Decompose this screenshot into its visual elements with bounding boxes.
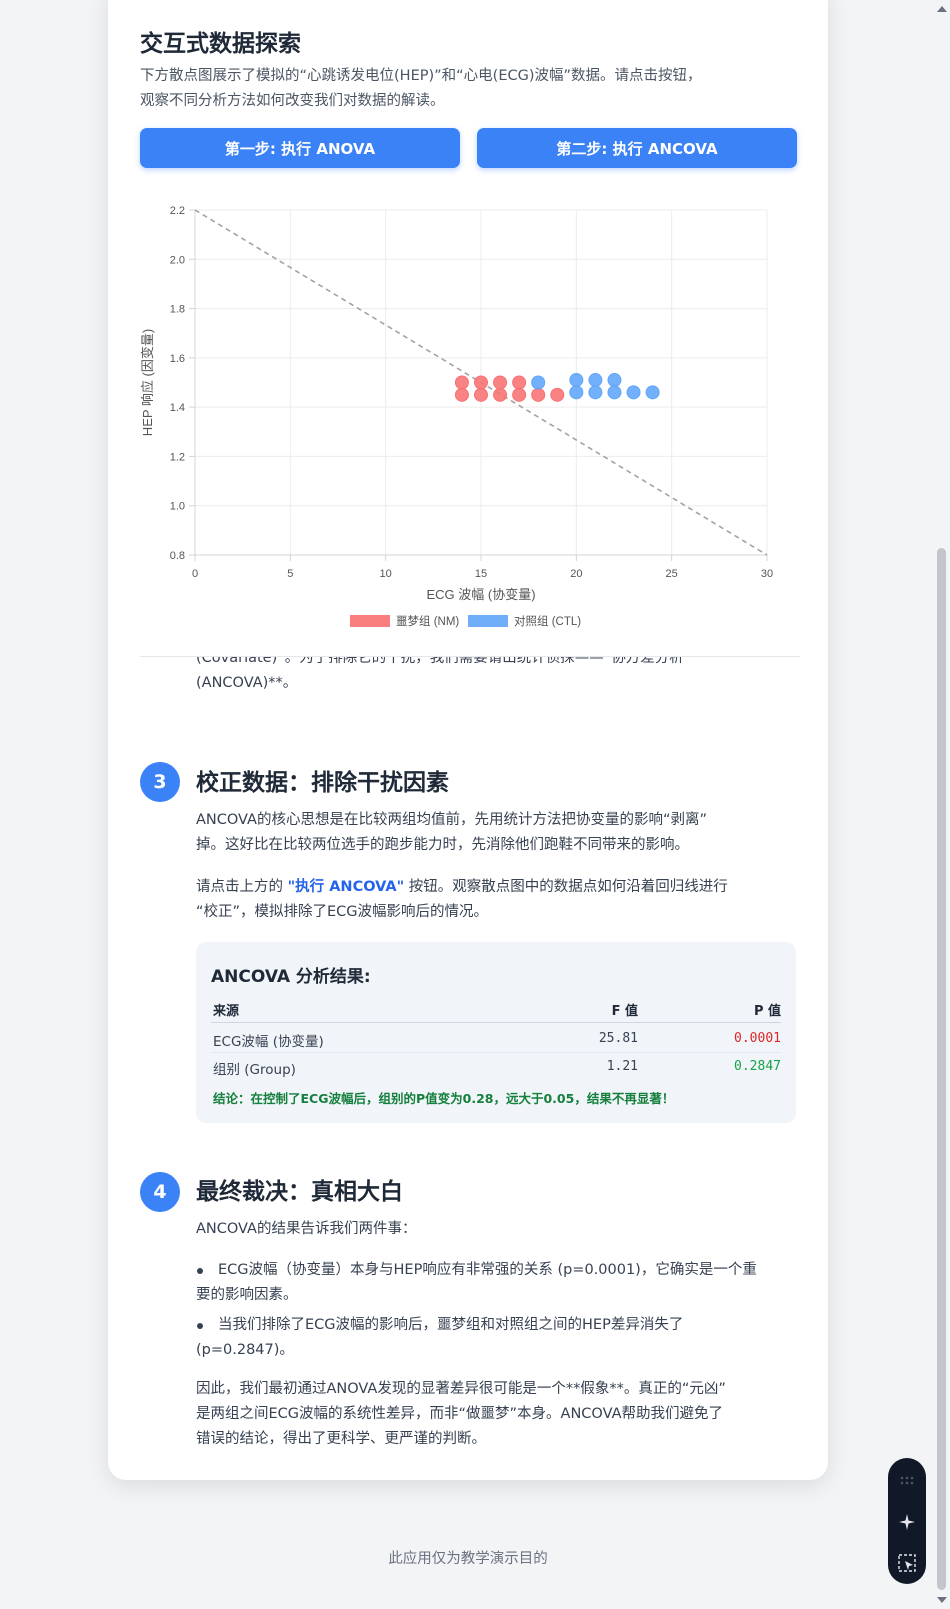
paragraph-line: 错误的结论，得出了更科学、更严谨的判断。: [196, 1431, 486, 1447]
paragraph-line: 是两组之间ECG波幅的系统性差异，而非“做噩梦”本身。ANCOVA帮助我们避免了: [196, 1406, 724, 1422]
table-row-f: 1.21: [606, 1059, 638, 1074]
nm-data-point: [512, 375, 527, 390]
scrollbar-thumb[interactable]: [937, 548, 946, 1590]
step4-final: 因此，我们最初通过ANOVA发现的显著差异很可能是一个**假象**。真正的“元凶…: [196, 1377, 801, 1452]
nm-data-point: [512, 387, 527, 402]
table-header-source: 来源: [213, 1004, 240, 1019]
table-divider: [211, 1052, 781, 1053]
instruction-text: 请点击上方的: [196, 879, 288, 895]
paragraph-line: ANCOVA的核心思想是在比较两组均值前，先用统计方法把协变量的影响“剥离”: [196, 812, 707, 828]
step4-bullet-2: 当我们排除了ECG波幅的影响后，噩梦组和对照组之间的HEP差异消失了 (p=0.…: [196, 1313, 801, 1363]
floating-toolbar: [888, 1458, 926, 1584]
x-tick-label: 15: [475, 568, 487, 580]
step-number-4: 4: [140, 1172, 180, 1212]
nm-data-point: [474, 387, 488, 402]
bullet-line: ECG波幅（协变量）本身与HEP响应有非常强的关系 (p=0.0001)，它确实…: [218, 1262, 757, 1278]
scroll-down-arrow-icon[interactable]: [937, 1597, 947, 1603]
ctl-data-point: [607, 373, 622, 388]
nm-data-point: [493, 387, 508, 402]
description-line: 下方散点图展示了模拟的“心跳诱发电位(HEP)”和“心电(ECG)波幅”数据。请…: [140, 68, 702, 84]
step3-title: 校正数据：排除干扰因素: [196, 770, 449, 796]
instruction-text: 按钮。观察散点图中的数据点如何沿着回归线进行: [404, 879, 728, 895]
step3-instruction: 请点击上方的 "执行 ANCOVA" 按钮。观察散点图中的数据点如何沿着回归线进…: [196, 875, 796, 925]
ctl-data-point: [626, 385, 641, 400]
select-icon[interactable]: [898, 1554, 916, 1572]
x-tick-label: 20: [570, 568, 582, 580]
bullet-line: 要的影响因素。: [196, 1287, 298, 1303]
y-tick-label: 1.0: [170, 501, 185, 513]
step4-title: 最终裁决：真相大白: [196, 1179, 403, 1205]
y-tick-label: 1.8: [170, 304, 185, 316]
scroll-up-arrow-icon[interactable]: [937, 6, 947, 12]
step4-bullet-1: ECG波幅（协变量）本身与HEP响应有非常强的关系 (p=0.0001)，它确实…: [196, 1258, 801, 1308]
paragraph-line: 因此，我们最初通过ANOVA发现的显著差异很可能是一个**假象**。真正的“元凶…: [196, 1381, 726, 1397]
y-tick-label: 1.2: [170, 451, 185, 463]
x-tick-label: 30: [761, 568, 773, 580]
description-line: 观察不同分析方法如何改变我们对数据的解读。: [140, 93, 445, 109]
table-header-f: F 值: [611, 1004, 638, 1019]
sparkle-icon[interactable]: [898, 1513, 916, 1531]
nm-data-point: [454, 375, 469, 390]
step3-paragraph: ANCOVA的核心思想是在比较两组均值前，先用统计方法把协变量的影响“剥离” 掉…: [196, 808, 796, 858]
legend-swatch-nm: [350, 615, 390, 627]
table-row-source: ECG波幅 (协变量): [213, 1034, 324, 1050]
bullet-line: 当我们排除了ECG波幅的影响后，噩梦组和对照组之间的HEP差异消失了: [218, 1317, 684, 1333]
cut-text-region: (Covariate)”。为了排除它的干扰，我们需要请出统计侦探——“协方差分析…: [140, 656, 800, 718]
section-title: 交互式数据探索: [140, 31, 301, 57]
ctl-data-point: [569, 385, 584, 400]
x-axis-title: ECG 波幅 (协变量): [426, 587, 535, 602]
table-row-p: 0.2847: [734, 1059, 781, 1074]
footer-text: 此应用仅为教学演示目的: [388, 1551, 548, 1567]
nm-data-point: [531, 387, 546, 402]
legend-label-ctl: 对照组 (CTL): [514, 614, 581, 628]
paragraph-line: “校正”，模拟排除了ECG波幅影响后的情况。: [196, 904, 489, 920]
nm-data-point: [454, 387, 469, 402]
y-tick-label: 1.4: [170, 402, 185, 414]
nm-data-point: [493, 375, 508, 390]
legend-label-nm: 噩梦组 (NM): [396, 614, 459, 628]
y-tick-label: 2.2: [170, 205, 185, 217]
ancova-button[interactable]: 第二步: 执行 ANCOVA: [477, 128, 797, 168]
ctl-data-point: [607, 385, 622, 400]
scatter-chart: 0 5 10 15 20 25 30 0.8 1.0 1.2 1.4 1.6 1.8 2.0 2.2 ECG …: [140, 205, 773, 628]
divider: [140, 656, 800, 657]
step4-intro: ANCOVA的结果告诉我们两件事：: [196, 1221, 417, 1237]
y-axis-title: HEP 响应 (因变量): [140, 329, 155, 436]
x-tick-label: 10: [380, 568, 392, 580]
ctl-data-point: [531, 375, 546, 390]
ctl-data-point: [588, 385, 603, 400]
cut-text-line: (Covariate)”。为了排除它的干扰，我们需要请出统计侦探——“协方差分析: [196, 656, 684, 666]
nm-data-point: [550, 387, 565, 402]
table-row-p: 0.0001: [734, 1031, 781, 1046]
x-tick-label: 25: [666, 568, 678, 580]
ctl-data-point: [645, 385, 660, 400]
ancova-result-box: ANCOVA 分析结果: 来源 F 值 P 值 ECG波幅 (协变量) 25.8…: [196, 942, 796, 1123]
bullet-line: (p=0.2847)。: [196, 1342, 294, 1358]
ctl-data-point: [588, 373, 603, 388]
section-description: 下方散点图展示了模拟的“心跳诱发电位(HEP)”和“心电(ECG)波幅”数据。请…: [140, 64, 800, 114]
result-conclusion: 结论：在控制了ECG波幅后，组别的P值变为0.28，远大于0.05，结果不再显著…: [213, 1091, 675, 1106]
x-tick-label: 0: [192, 568, 198, 580]
table-divider: [211, 1022, 781, 1023]
anova-button[interactable]: 第一步: 执行 ANOVA: [140, 128, 460, 168]
nm-data-point: [474, 375, 488, 390]
x-tick-label: 5: [287, 568, 293, 580]
table-row-source: 组别 (Group): [213, 1062, 296, 1078]
table-header-p: P 值: [753, 1004, 781, 1019]
y-tick-label: 1.6: [170, 353, 185, 365]
cut-text-line: (ANCOVA)**。: [196, 675, 298, 691]
y-tick-label: 0.8: [170, 550, 185, 562]
legend-swatch-ctl: [468, 615, 508, 627]
result-title: ANCOVA 分析结果:: [211, 967, 371, 987]
grip-icon[interactable]: [900, 1476, 914, 1486]
paragraph-line: 掉。这好比在比较两位选手的跑步能力时，先消除他们跑鞋不同带来的影响。: [196, 837, 689, 853]
table-row-f: 25.81: [598, 1031, 638, 1046]
ctl-data-point: [569, 373, 584, 388]
step-number-3: 3: [140, 762, 180, 802]
y-tick-label: 2.0: [170, 254, 185, 266]
ancova-highlight: "执行 ANCOVA": [287, 879, 405, 895]
